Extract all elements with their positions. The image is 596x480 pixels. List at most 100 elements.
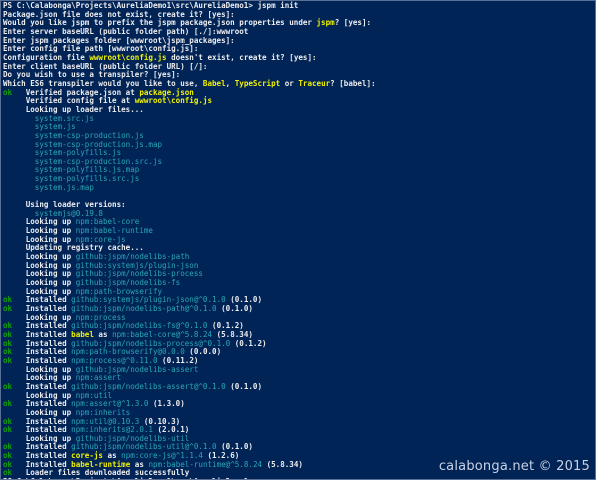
- highlight-text: wwwroot\config.js: [134, 96, 213, 106]
- ok-status: ok: [3, 425, 13, 435]
- console-text: Installed: [12, 451, 72, 461]
- console-text: Loader files downloaded successfully: [12, 468, 190, 478]
- console-text: Installed: [12, 459, 72, 469]
- package-name: github:jspm/nodelibs-process: [75, 269, 203, 279]
- console-text: Looking up: [3, 234, 76, 244]
- highlight-text: wwwroot\config.js: [89, 52, 167, 62]
- console-text: Verified package.json at: [12, 87, 140, 97]
- console-text: as: [93, 329, 113, 339]
- console-text: ,: [225, 78, 235, 88]
- console-text: Installed: [12, 338, 72, 348]
- package-name: system-polyfills.js.map: [3, 165, 140, 175]
- console-text: (1.3.0): [148, 399, 185, 409]
- console-text: Installed: [12, 329, 72, 339]
- console-text: (1.2.6): [202, 451, 240, 461]
- package-name: npm:babel-core: [75, 217, 140, 227]
- highlight-text: jspm: [316, 18, 335, 28]
- package-name: system.js.map: [3, 182, 94, 192]
- ok-status: ok: [3, 399, 13, 409]
- highlight-text: babel-runtime: [71, 459, 131, 469]
- console-text: (0.11.2): [157, 355, 199, 365]
- console-text: (0.1.0): [216, 303, 253, 313]
- package-name: npm:process@^0.11.0: [71, 355, 158, 365]
- console-text: Installed: [12, 321, 72, 331]
- console-text: Looking up: [3, 226, 76, 236]
- console-text: Verified config file at: [3, 96, 135, 106]
- console-text: (5.8.34): [262, 459, 303, 469]
- package-name: npm:inherits@2.0.1: [71, 425, 153, 435]
- console-text: Installed: [12, 381, 72, 391]
- console-text: PS C:\Calabonga\Projects\AureliaDemo1\sr…: [3, 1, 299, 10]
- console-text: Looking up: [3, 217, 76, 227]
- console-text: Looking up: [3, 278, 76, 287]
- package-name: npm:path-browserify: [75, 286, 163, 296]
- package-name: npm:babel-runtime: [75, 226, 153, 236]
- console-text: Would you like jspm to prefix the jspm p…: [3, 18, 317, 28]
- console-text: (0.10.3): [139, 416, 181, 426]
- package-name: github:jspm/nodelibs-util: [75, 433, 190, 443]
- package-name: system.src.js: [3, 113, 94, 123]
- package-name: system-csp-production.js: [3, 130, 144, 140]
- console-text: Looking up: [3, 407, 76, 417]
- console-text: (0.1.0): [225, 381, 263, 391]
- package-name: github:jspm/nodelibs-path: [75, 252, 190, 262]
- console-text: (2.0.1): [152, 425, 190, 435]
- package-name: npm:babel-core@^5.8.24: [112, 329, 213, 339]
- console-text: Which ES6 transpiler would you like to u…: [3, 78, 203, 88]
- console-text: Installed: [12, 425, 72, 435]
- console-text: Installed: [12, 295, 72, 305]
- console-text: as: [130, 459, 149, 469]
- console-text: (0.1.2): [230, 338, 267, 348]
- console-text: Looking up: [3, 364, 76, 374]
- package-name: github:jspm/nodelibs-util@^0.1.0: [71, 442, 217, 452]
- package-name: npm:process: [75, 312, 126, 322]
- package-name: github:jspm/nodelibs-assert: [75, 364, 199, 374]
- package-name: system-polyfills.js: [3, 148, 122, 158]
- package-name: systemjs@0.19.8: [3, 208, 103, 218]
- ok-status: ok: [3, 295, 13, 305]
- console-text: Looking up: [3, 373, 76, 383]
- package-name: github:jspm/nodelibs-fs@^0.1.0: [71, 321, 208, 331]
- powershell-console[interactable]: PS C:\Calabonga\Projects\AureliaDemo1\sr…: [0, 0, 596, 480]
- console-text: or: [280, 78, 299, 88]
- package-name: system-csp-production.js.map: [3, 139, 163, 149]
- package-name: system.js: [3, 122, 76, 132]
- highlight-text: TypeScript: [234, 78, 281, 88]
- console-text: (0.1.0): [216, 442, 253, 452]
- console-text: Looking up: [3, 286, 76, 296]
- console-text: Looking up: [3, 252, 76, 262]
- console-text: Enter config file path [wwwroot\config.j…: [3, 44, 199, 54]
- package-name: npm:util: [75, 390, 113, 400]
- ok-status: ok: [3, 303, 13, 313]
- console-text: Enter client baseURL (public folder URL)…: [3, 61, 208, 71]
- console-text: Installed: [12, 442, 72, 452]
- package-name: npm:assert@^1.3.0: [71, 399, 149, 409]
- package-name: github:systemjs/plugin-json: [75, 260, 199, 270]
- console-text: Package.json file does not exist, create…: [3, 9, 235, 19]
- console-text: ? [yes]:: [334, 18, 372, 28]
- console-text: Installed: [12, 303, 72, 313]
- package-name: npm:assert: [75, 373, 122, 383]
- package-name: github:systemjs/plugin-json@^0.1.0: [71, 295, 226, 305]
- console-line: system.src.js: [3, 113, 593, 124]
- package-name: npm:inherits: [75, 407, 131, 417]
- package-name: npm:core-js@^1.1.4: [121, 451, 203, 461]
- ok-status: ok: [3, 347, 13, 357]
- ok-status: ok: [3, 451, 13, 461]
- package-name: npm:babel-runtime@^5.8.24: [148, 459, 263, 469]
- console-text: as: [102, 451, 122, 461]
- console-text: Looking up: [3, 433, 76, 443]
- highlight-text: Babel: [202, 78, 226, 88]
- ok-status: ok: [3, 468, 13, 478]
- package-name: system-csp-production.src.js: [3, 156, 163, 166]
- console-text: (5.8.34): [212, 329, 253, 339]
- ok-status: ok: [3, 381, 13, 391]
- package-name: github:jspm/nodelibs-assert@^0.1.0: [71, 381, 226, 391]
- console-text: Installed: [12, 347, 72, 357]
- ok-status: ok: [3, 355, 13, 365]
- package-name: npm:util@0.10.3: [71, 416, 140, 426]
- package-name: npm:core-js: [75, 234, 126, 244]
- console-text: (0.1.2): [207, 321, 244, 331]
- ok-status: ok: [3, 87, 13, 97]
- console-text: Installed: [12, 399, 72, 409]
